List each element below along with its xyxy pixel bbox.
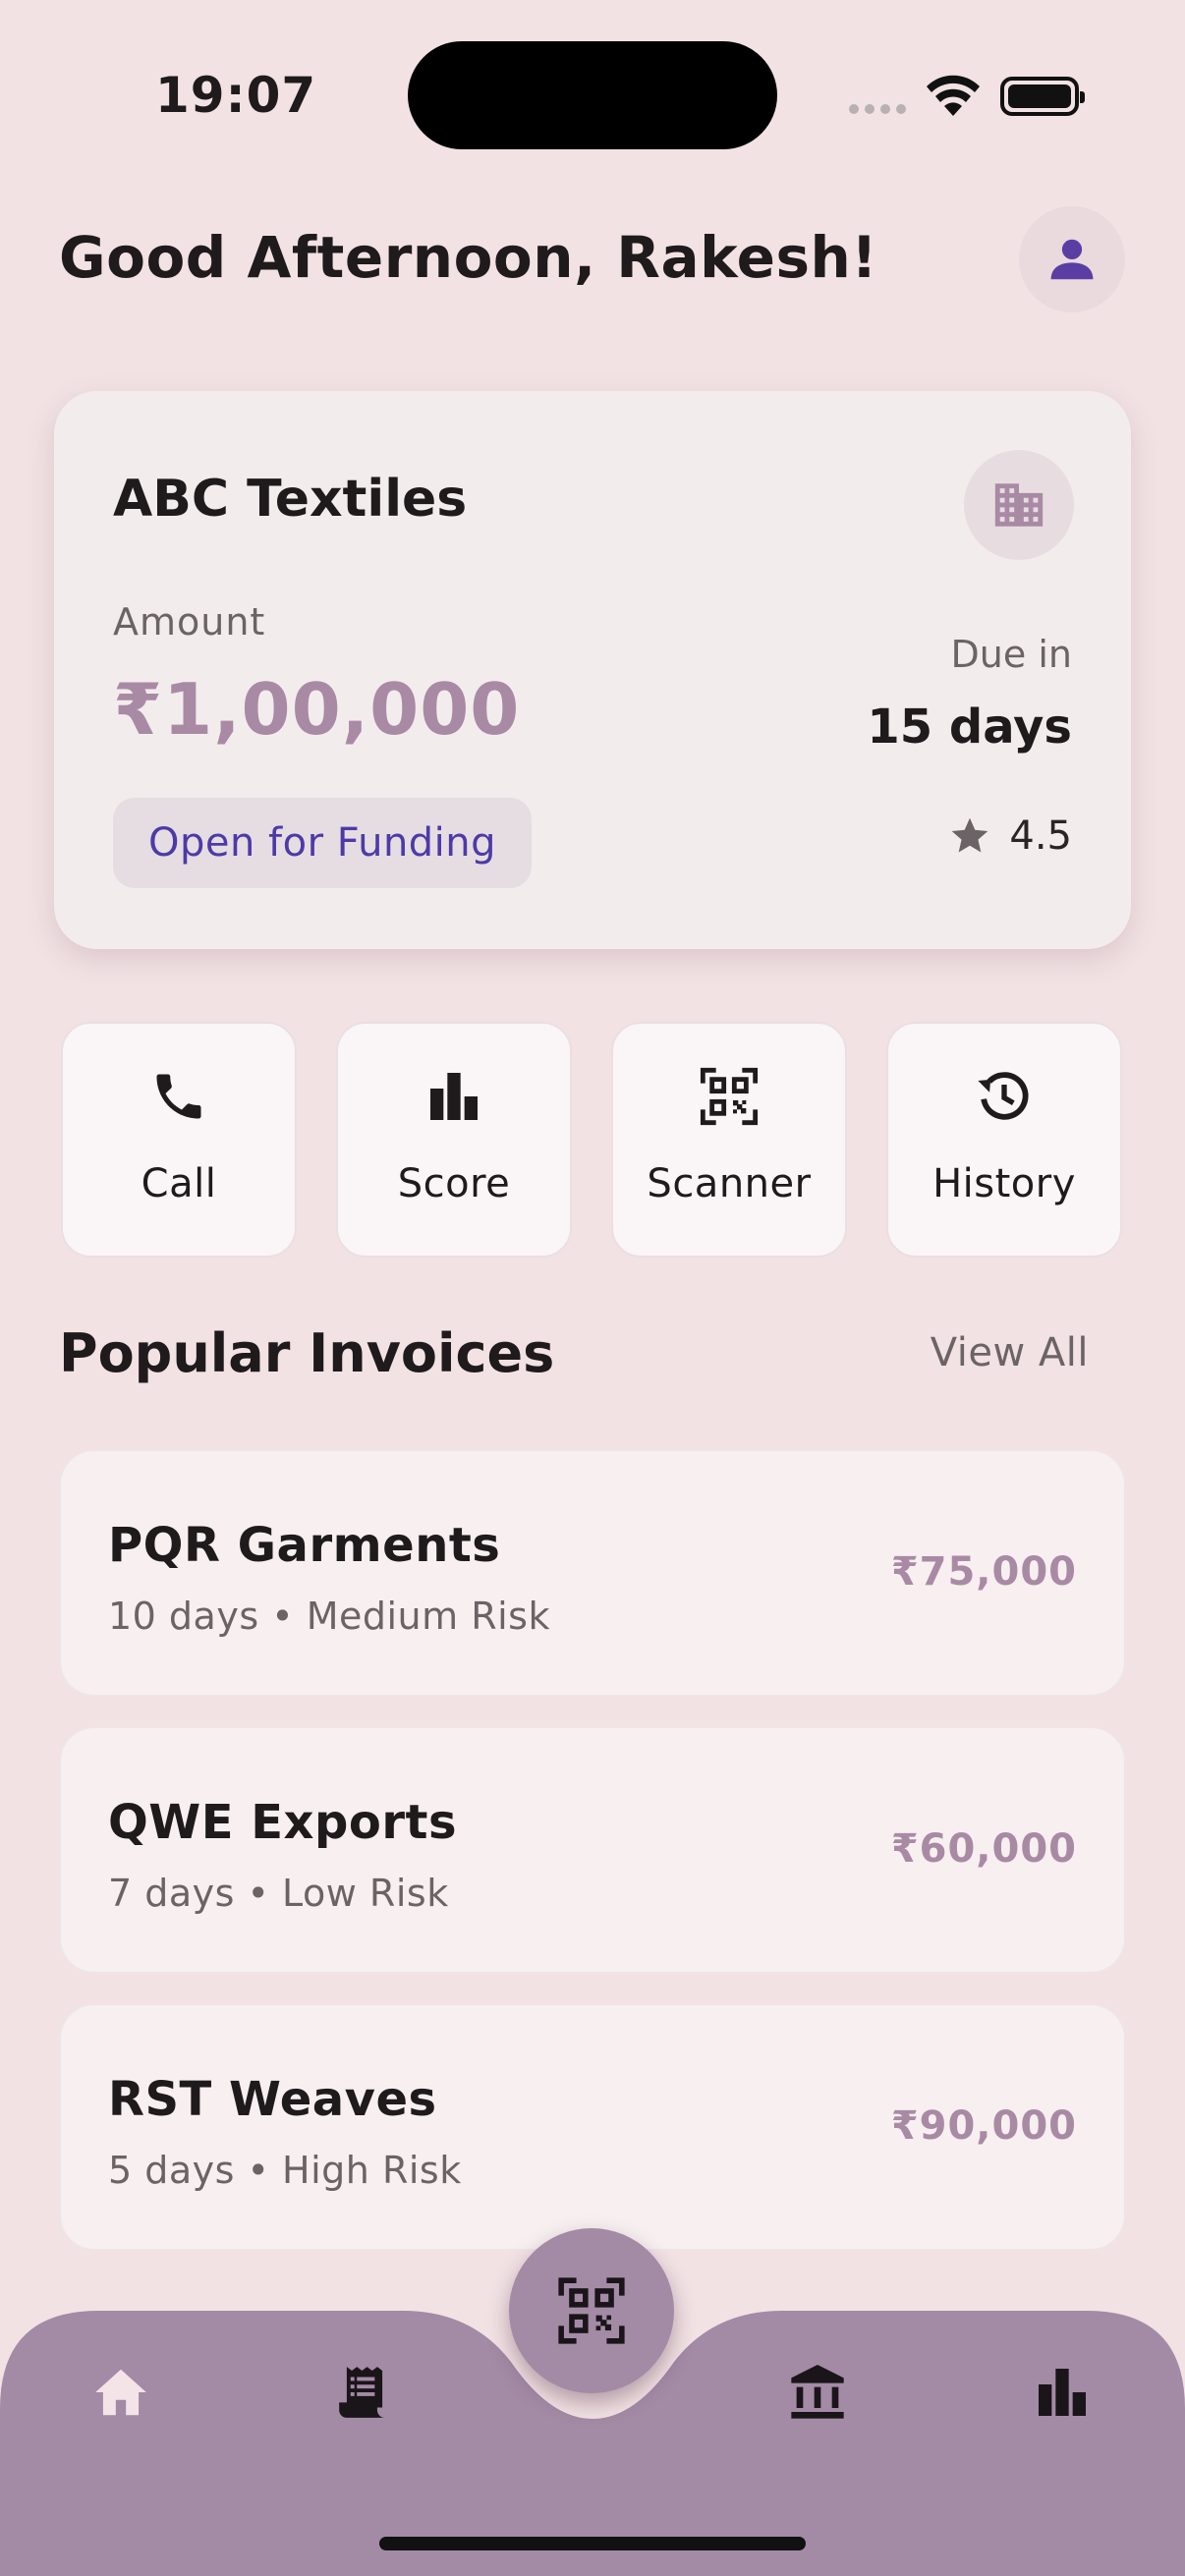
status-time: 19:07 <box>155 67 317 124</box>
invoice-company-name: RST Weaves <box>108 2072 437 2127</box>
invoice-company-name: PQR Garments <box>108 1518 501 1573</box>
company-badge <box>964 450 1074 560</box>
receipt-icon <box>339 2367 385 2418</box>
person-icon <box>1050 239 1094 280</box>
invoice-amount: ₹75,000 <box>890 1549 1077 1595</box>
home-screen: 19:07 Good Afternoon, Rakesh! ABC Textil… <box>0 0 1185 2576</box>
invoice-meta: 7 days • Low Risk <box>108 1872 449 1915</box>
view-all-link[interactable]: View All <box>931 1330 1089 1375</box>
nav-analytics[interactable] <box>1028 2358 1097 2427</box>
scanner-label: Scanner <box>647 1161 812 1206</box>
invoice-list-item[interactable]: QWE Exports 7 days • Low Risk ₹60,000 <box>59 1726 1126 1974</box>
star-icon <box>952 817 988 853</box>
nav-bank[interactable] <box>783 2358 852 2427</box>
bar-chart-icon <box>430 1073 478 1120</box>
due-label: Due in <box>950 633 1072 676</box>
amount-label: Amount <box>113 600 266 644</box>
call-label: Call <box>141 1161 217 1206</box>
wifi-icon <box>927 75 980 116</box>
qr-scanner-icon <box>700 1067 759 1126</box>
scan-fab-button[interactable] <box>509 2228 674 2393</box>
invoice-list-item[interactable]: PQR Garments 10 days • Medium Risk ₹75,0… <box>59 1449 1126 1697</box>
invoice-amount: ₹90,000 <box>890 2103 1077 2149</box>
battery-icon <box>1000 77 1085 116</box>
invoice-meta: 5 days • High Risk <box>108 2149 462 2192</box>
qr-scanner-icon <box>558 2277 625 2344</box>
rating: 4.5 <box>948 813 1072 859</box>
home-indicator <box>379 2537 806 2550</box>
cellular-signal-icon <box>849 104 906 114</box>
greeting-title: Good Afternoon, Rakesh! <box>59 224 878 291</box>
rating-value: 4.5 <box>1009 813 1072 859</box>
funding-status-chip: Open for Funding <box>113 798 533 888</box>
history-icon <box>978 1072 1029 1120</box>
business-building-icon <box>994 483 1044 527</box>
scanner-button[interactable]: Scanner <box>611 1022 847 1258</box>
score-button[interactable]: Score <box>336 1022 572 1258</box>
invoice-company-name: QWE Exports <box>108 1795 458 1850</box>
dynamic-island <box>408 41 777 149</box>
invoice-meta: 10 days • Medium Risk <box>108 1595 550 1638</box>
phone-icon <box>156 1074 201 1119</box>
invoice-list-item[interactable]: RST Weaves 5 days • High Risk ₹90,000 <box>59 2003 1126 2251</box>
featured-amount: ₹1,00,000 <box>113 668 521 751</box>
score-label: Score <box>397 1161 511 1206</box>
profile-avatar-button[interactable] <box>1019 206 1125 312</box>
home-icon <box>95 2369 146 2416</box>
history-label: History <box>932 1161 1076 1206</box>
bar-chart-icon <box>1039 2369 1086 2416</box>
call-button[interactable]: Call <box>61 1022 297 1258</box>
nav-invoices[interactable] <box>330 2358 399 2427</box>
nav-home[interactable] <box>86 2358 155 2427</box>
featured-company-name: ABC Textiles <box>113 470 468 529</box>
invoice-amount: ₹60,000 <box>890 1826 1077 1872</box>
popular-invoices-title: Popular Invoices <box>59 1322 555 1384</box>
featured-invoice-card[interactable]: ABC Textiles Amount ₹1,00,000 Due in 15 … <box>54 391 1131 949</box>
history-button[interactable]: History <box>886 1022 1122 1258</box>
bank-icon <box>791 2365 844 2419</box>
due-value: 15 days <box>867 700 1072 755</box>
